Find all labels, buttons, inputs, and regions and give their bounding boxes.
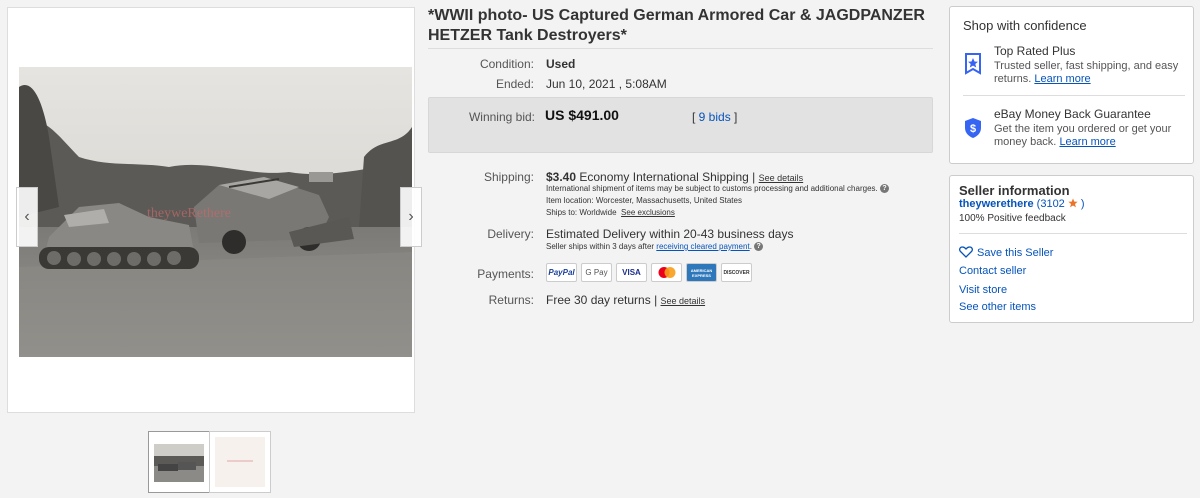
bracket-close: ] <box>730 110 738 124</box>
top-rated-badge-icon <box>965 53 981 75</box>
condition-label: Condition: <box>479 57 534 71</box>
divider <box>428 48 933 49</box>
separator: | <box>752 170 756 184</box>
delivery-note: Seller ships within 3 days after receivi… <box>546 242 764 252</box>
contact-seller-link[interactable]: Contact seller <box>959 265 1026 277</box>
ended-value: Jun 10, 2021 , 5:08AM <box>546 77 667 91</box>
image-next-button[interactable]: › <box>400 187 422 247</box>
thumbnail-1[interactable] <box>148 431 210 493</box>
shipping-see-details-link[interactable]: See details <box>759 173 804 183</box>
top-rated-title: Top Rated Plus <box>994 44 1076 58</box>
ended-label: Ended: <box>495 77 534 91</box>
payments-label: Payments: <box>477 267 534 281</box>
discover-logo: DISCOVER <box>721 263 752 282</box>
visit-store-link[interactable]: Visit store <box>959 284 1007 296</box>
top-rated-desc: Trusted seller, fast shipping, and easy … <box>994 60 1184 86</box>
delivery-note-prefix: Seller ships within 3 days after <box>546 242 655 251</box>
see-exclusions-link[interactable]: See exclusions <box>621 208 675 217</box>
customs-note-text: International shipment of items may be s… <box>546 184 878 193</box>
photo-watermark: theyweRethere <box>147 206 231 221</box>
returns-see-details-link[interactable]: See details <box>661 296 706 306</box>
chevron-left-icon: ‹ <box>24 208 30 225</box>
money-back-learn-more-link[interactable]: Learn more <box>1059 136 1115 148</box>
main-image-container: theyweRethere ‹ › <box>7 7 422 413</box>
returns-label: Returns: <box>488 293 534 307</box>
bid-history-link[interactable]: 9 bids <box>699 110 731 124</box>
shop-with-confidence-panel: Shop with confidence Top Rated Plus Trus… <box>949 6 1194 164</box>
svg-text:$: $ <box>970 123 976 135</box>
money-back-title: eBay Money Back Guarantee <box>994 107 1151 121</box>
seller-name-row: theywerethere (3102 ) <box>959 198 1085 210</box>
item-location-label: Item location: <box>546 196 594 205</box>
shield-icon: $ <box>965 118 981 138</box>
visa-logo: VISA <box>616 263 647 282</box>
shipping-service: Economy International Shipping <box>579 170 749 184</box>
save-seller-button[interactable]: Save this Seller <box>959 246 1053 259</box>
thumbnail-2[interactable] <box>209 431 271 493</box>
customs-note: International shipment of items may be s… <box>546 184 936 194</box>
shipping-label: Shipping: <box>483 170 534 184</box>
save-seller-label: Save this Seller <box>977 247 1054 259</box>
money-back-desc: Get the item you ordered or get your mon… <box>994 123 1184 149</box>
delivery-estimate: Estimated Delivery within 20-43 business… <box>546 227 794 241</box>
item-title: *WWII photo- US Captured German Armored … <box>428 7 925 44</box>
paren-close: ) <box>1077 198 1085 210</box>
seller-info-title: Seller information <box>959 183 1070 198</box>
delivery-note-suffix: . <box>749 242 752 251</box>
help-icon[interactable]: ? <box>754 242 764 252</box>
mastercard-icon <box>658 267 675 278</box>
see-other-items-link[interactable]: See other items <box>959 301 1036 313</box>
chevron-right-icon: › <box>408 208 414 225</box>
bracket-open: [ <box>692 110 699 124</box>
winning-bid-value: US $491.00 <box>545 107 619 123</box>
amex-logo: AMERICAN EXPRESS <box>686 263 717 282</box>
returns-info: Free 30 day returns | See details <box>546 293 705 307</box>
winning-bid-panel: Winning bid: US $491.00 [ 9 bids ] <box>428 97 933 153</box>
main-item-photo[interactable]: theyweRethere <box>19 67 412 357</box>
delivery-label: Delivery: <box>487 227 534 241</box>
ships-to-value: Worldwide <box>579 208 617 217</box>
feedback-score-link[interactable]: 3102 <box>1040 198 1064 210</box>
ships-to: Ships to: Worldwide See exclusions <box>546 208 675 217</box>
mastercard-logo <box>651 263 682 282</box>
condition-value: Used <box>546 57 576 71</box>
returns-value: Free 30 day returns <box>546 293 651 307</box>
item-location: Item location: Worcester, Massachusetts,… <box>546 196 742 205</box>
confidence-title: Shop with confidence <box>963 18 1087 33</box>
seller-username-link[interactable]: theywerethere <box>959 198 1034 210</box>
heart-icon <box>959 246 973 258</box>
ships-to-label: Ships to: <box>546 208 578 217</box>
divider <box>963 95 1185 96</box>
separator: | <box>654 293 658 307</box>
star-icon <box>1068 198 1078 208</box>
image-prev-button[interactable]: ‹ <box>16 187 38 247</box>
shipping-info: $3.40 Economy International Shipping | S… <box>546 170 936 184</box>
item-location-value: Worcester, Massachusetts, United States <box>595 196 742 205</box>
divider <box>959 233 1187 234</box>
top-rated-learn-more-link[interactable]: Learn more <box>1034 73 1090 85</box>
positive-feedback: 100% Positive feedback <box>959 213 1066 224</box>
bid-count: [ 9 bids ] <box>692 110 737 124</box>
winning-bid-label: Winning bid: <box>468 110 535 124</box>
google-pay-logo: G Pay <box>581 263 612 282</box>
cleared-payment-link[interactable]: receiving cleared payment <box>656 242 749 251</box>
shipping-price: $3.40 <box>546 170 577 184</box>
paypal-logo: PayPal <box>546 263 577 282</box>
seller-information-panel: Seller information theywerethere (3102 )… <box>949 175 1194 323</box>
help-icon[interactable]: ? <box>879 184 889 194</box>
